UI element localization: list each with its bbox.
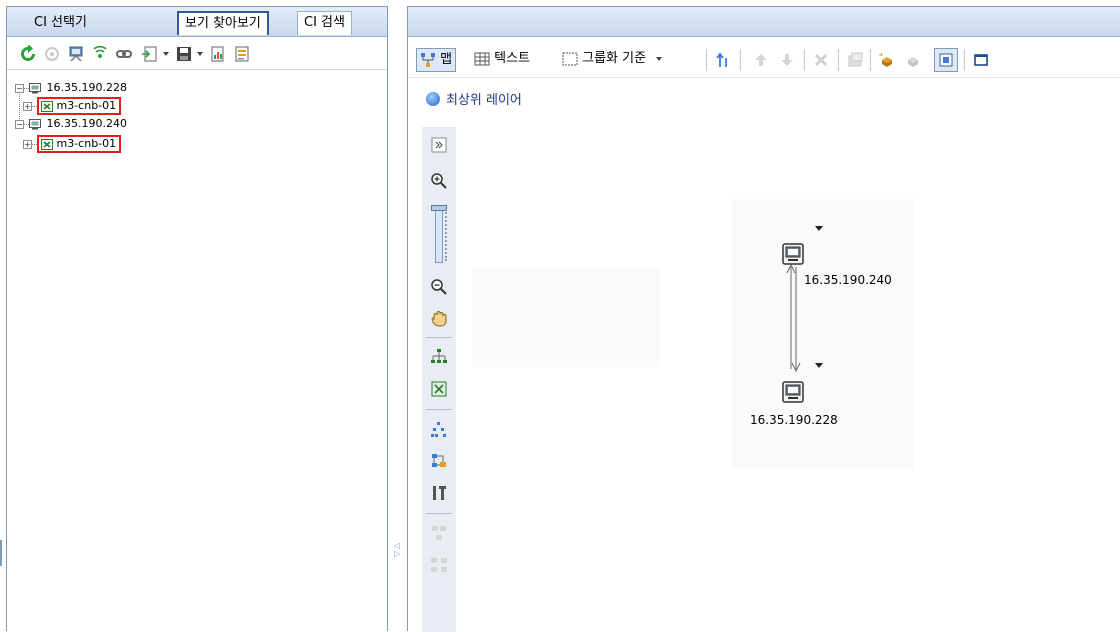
window-icon[interactable]	[972, 51, 990, 69]
hierarchy-layout-icon[interactable]	[429, 347, 449, 367]
collapse-toggle[interactable]: −	[15, 119, 24, 129]
collapse-toggle[interactable]: −	[15, 83, 24, 93]
expand-icon[interactable]	[429, 135, 449, 155]
move-up-icon[interactable]	[752, 51, 770, 69]
tab-ci-selector[interactable]: CI 선택기	[27, 11, 94, 35]
ungroup-disabled-icon[interactable]	[429, 555, 449, 575]
tree-layout-icon[interactable]	[429, 419, 449, 439]
expand-toggle[interactable]: +	[23, 101, 32, 111]
refresh-icon[interactable]	[19, 45, 37, 63]
highlight-box: m3-cnb-01	[37, 135, 122, 153]
top-layer-label: 최상위 레이어	[446, 93, 522, 108]
report-icon[interactable]	[209, 45, 227, 63]
host-icon	[29, 118, 41, 130]
zoom-slider[interactable]	[431, 205, 447, 263]
group-by-label: 그룹화 기준	[582, 51, 647, 66]
window-disabled-icon[interactable]	[846, 51, 864, 69]
highlight-box: m3-cnb-01	[37, 97, 122, 115]
ci-tree: − 16.35.190.228 + m3-cnb-01 − 16.35.190.…	[15, 81, 365, 171]
map-tools-sidebar	[422, 127, 456, 632]
tree-node-label: m3-cnb-01	[56, 99, 117, 112]
chevron-down-icon	[656, 56, 663, 61]
switch-icon	[41, 100, 53, 112]
tree-row[interactable]: − 16.35.190.228	[15, 81, 127, 95]
map-view-button[interactable]: 맵	[416, 48, 457, 72]
tree-row[interactable]: + m3-cnb-01	[23, 97, 122, 115]
left-tab-bar: CI 선택기 보기 찾아보기 CI 검색	[7, 7, 387, 37]
splitter-arrows-icon[interactable]: ◁ ▷	[394, 542, 402, 558]
text-view-button[interactable]: 텍스트	[474, 48, 530, 72]
zoom-in-icon[interactable]	[429, 171, 449, 191]
node-label: 16.35.190.228	[750, 413, 838, 427]
pane-splitter[interactable]	[389, 0, 407, 631]
tree-node-label: 16.35.190.240	[46, 117, 127, 130]
node-menu-caret[interactable]	[815, 363, 823, 368]
expand-toggle[interactable]: +	[23, 139, 32, 149]
navigate-up-icon[interactable]	[714, 51, 732, 69]
properties-icon[interactable]	[233, 45, 251, 63]
move-down-icon[interactable]	[778, 51, 796, 69]
tools-icon[interactable]	[429, 483, 449, 503]
chevron-down-icon[interactable]	[163, 52, 169, 56]
fit-to-window-icon[interactable]	[429, 379, 449, 399]
group-icon	[562, 52, 578, 65]
ci-disabled-icon[interactable]	[904, 51, 922, 69]
tree-row[interactable]: − 16.35.190.240	[15, 117, 127, 131]
table-icon	[474, 52, 490, 65]
computer-icon[interactable]	[67, 45, 85, 63]
new-item-icon[interactable]	[141, 45, 159, 63]
layout-toggle-icon[interactable]	[934, 48, 958, 72]
right-header-bar	[408, 7, 1120, 37]
globe-icon	[426, 92, 440, 106]
tree-node-label: 16.35.190.228	[46, 81, 127, 94]
map-view-icon	[421, 52, 435, 67]
switch-icon	[41, 138, 53, 150]
tree-row[interactable]: + m3-cnb-01	[23, 135, 122, 153]
left-toolbar	[7, 38, 387, 70]
wireless-icon[interactable]	[91, 45, 109, 63]
host-icon	[29, 82, 41, 94]
map-toolbar: 맵 텍스트 그룹화 기준	[408, 38, 1120, 78]
chevron-down-icon[interactable]	[197, 52, 203, 56]
zoom-out-icon[interactable]	[429, 277, 449, 297]
group-by-dropdown[interactable]: 그룹화 기준	[562, 48, 663, 72]
connection-link[interactable]	[456, 117, 1120, 632]
save-icon[interactable]	[175, 45, 193, 63]
tab-view-browse[interactable]: 보기 찾아보기	[177, 11, 269, 35]
link-icon[interactable]	[115, 45, 133, 63]
node-menu-caret[interactable]	[815, 226, 823, 231]
organic-layout-icon[interactable]	[429, 451, 449, 471]
tree-node-label: m3-cnb-01	[56, 137, 117, 150]
group-disabled-icon[interactable]	[429, 523, 449, 543]
computer-node-icon[interactable]	[782, 243, 804, 265]
map-view-label: 맵	[440, 52, 453, 67]
topology-pane: 맵 텍스트 그룹화 기준 최상위 레이어 16.35.190.240 16.35…	[407, 6, 1120, 632]
pan-hand-icon[interactable]	[429, 309, 449, 329]
top-layer-link[interactable]: 최상위 레이어	[426, 89, 522, 108]
ci-selector-pane: CI 선택기 보기 찾아보기 CI 검색 − 16.35.190.228 + m…	[6, 6, 388, 631]
topology-map[interactable]: 16.35.190.240 16.35.190.228	[456, 117, 1120, 632]
text-view-label: 텍스트	[494, 51, 531, 66]
computer-node-icon[interactable]	[782, 381, 804, 403]
new-ci-icon[interactable]	[878, 51, 896, 69]
left-edge-handle[interactable]	[0, 540, 2, 566]
node-label: 16.35.190.240	[804, 273, 892, 287]
delete-icon[interactable]	[812, 51, 830, 69]
tab-ci-search[interactable]: CI 검색	[297, 11, 352, 35]
disabled-action-icon[interactable]	[43, 45, 61, 63]
